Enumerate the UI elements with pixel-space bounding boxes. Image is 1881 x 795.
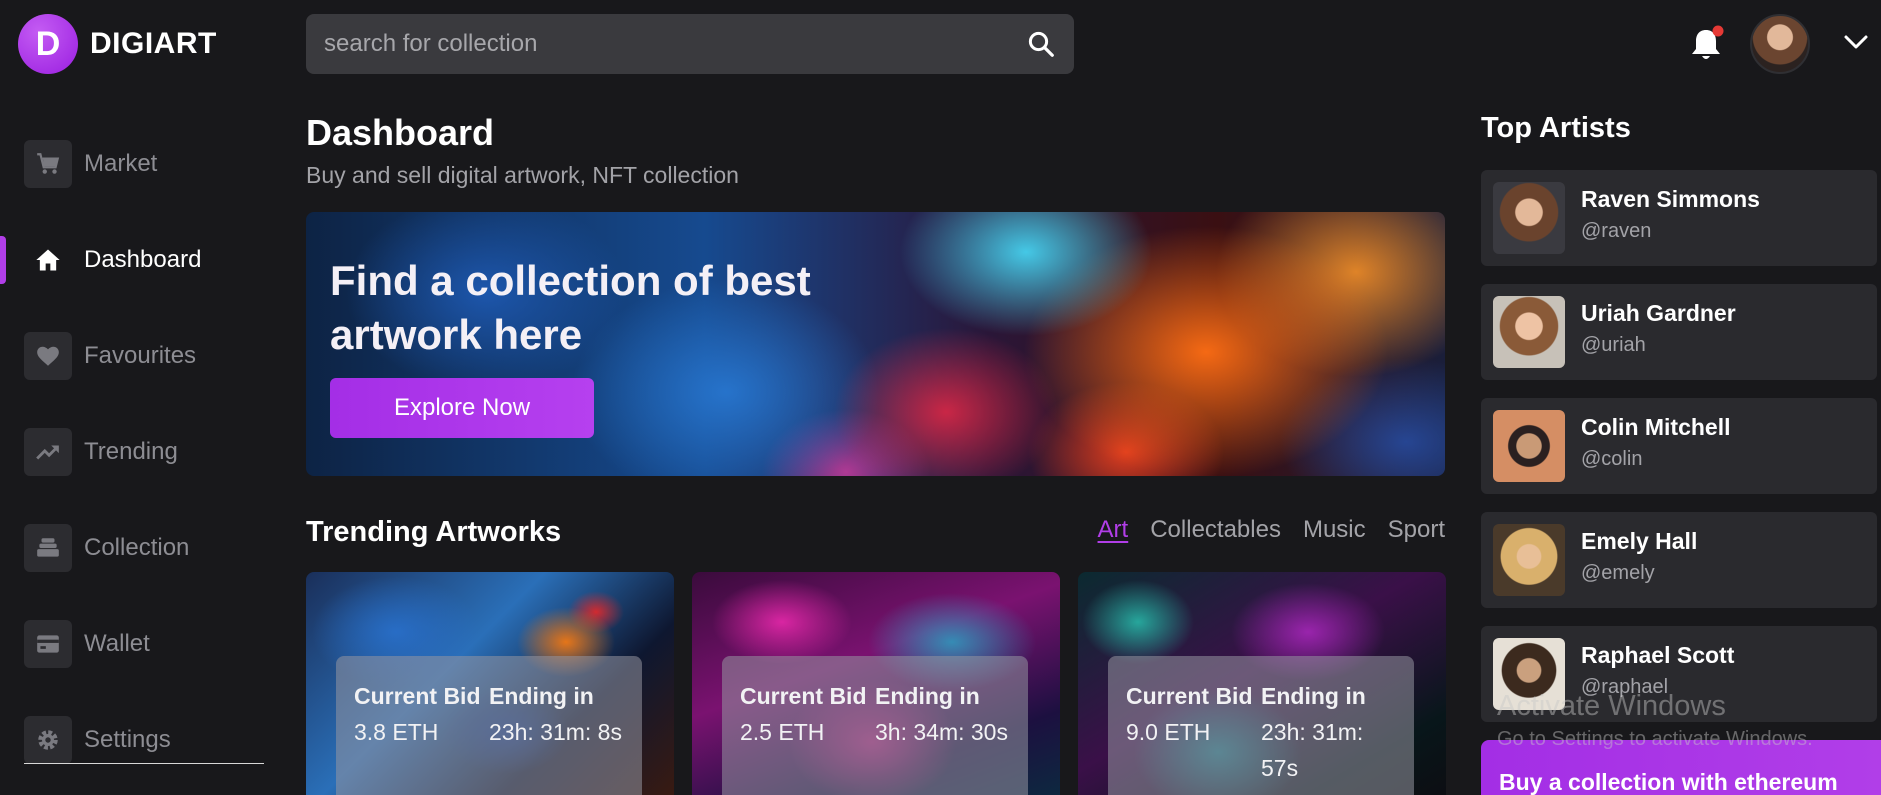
- filter-sport[interactable]: Sport: [1388, 516, 1445, 544]
- artist-name: Emely Hall: [1581, 528, 1698, 554]
- bid-info-panel: Current Bid 9.0 ETH Ending in 23h: 31m: …: [1108, 656, 1414, 795]
- sidebar-item-wallet[interactable]: Wallet: [24, 620, 150, 668]
- artist-handle: @uriah: [1581, 334, 1646, 356]
- ending-label: Ending in: [1261, 683, 1366, 709]
- banner-title: Find a collection of best artwork here: [330, 257, 811, 358]
- sidebar-item-label: Favourites: [84, 342, 197, 369]
- ending-time: 23h: 31m: 57s: [1261, 719, 1364, 781]
- hero-banner: Find a collection of best artwork here E…: [306, 212, 1445, 476]
- wallet-icon: [37, 635, 59, 653]
- current-bid-value: 9.0 ETH: [1126, 719, 1211, 745]
- ending-time: 3h: 34m: 30s: [875, 719, 1008, 745]
- sidebar-item-dashboard[interactable]: Dashboard: [24, 236, 201, 284]
- artist-handle: @raven: [1581, 220, 1652, 242]
- bid-info-panel: Current Bid 2.5 ETH Ending in 3h: 34m: 3…: [722, 656, 1028, 795]
- artist-item[interactable]: Emely Hall @emely: [1481, 512, 1877, 608]
- search-bar[interactable]: [306, 14, 1074, 74]
- logo-mark: D: [18, 14, 78, 74]
- filter-collectables[interactable]: Collectables: [1150, 516, 1281, 544]
- sidebar-item-market[interactable]: Market: [24, 140, 157, 188]
- sidebar-item-label: Collection: [84, 534, 190, 561]
- filter-art[interactable]: Art: [1098, 516, 1129, 544]
- chevron-down-icon[interactable]: [1842, 32, 1870, 52]
- artist-name: Raphael Scott: [1581, 642, 1735, 668]
- notification-dot: [1712, 25, 1724, 37]
- bell-icon[interactable]: [1688, 24, 1724, 64]
- home-icon: [36, 249, 60, 271]
- current-bid-value: 3.8 ETH: [354, 719, 439, 745]
- artwork-card[interactable]: Current Bid 2.5 ETH Ending in 3h: 34m: 3…: [692, 572, 1060, 795]
- artist-avatar: [1493, 410, 1565, 482]
- cart-icon: [37, 153, 60, 174]
- stack-icon: [37, 538, 59, 557]
- artist-name: Uriah Gardner: [1581, 300, 1736, 326]
- artwork-card[interactable]: Current Bid 9.0 ETH Ending in 23h: 31m: …: [1078, 572, 1446, 795]
- sidebar-item-settings[interactable]: Settings: [24, 716, 171, 764]
- activation-watermark-text: Go to Settings to activate Windows.: [1497, 728, 1813, 750]
- page-subtitle: Buy and sell digital artwork, NFT collec…: [306, 162, 739, 188]
- current-bid-label: Current Bid: [740, 683, 867, 709]
- trending-icon: [36, 445, 59, 460]
- artist-item[interactable]: Raven Simmons @raven: [1481, 170, 1877, 266]
- current-bid-value: 2.5 ETH: [740, 719, 825, 745]
- sidebar-item-label: Wallet: [84, 630, 150, 657]
- divider: [24, 763, 264, 764]
- search-icon[interactable]: [1026, 29, 1056, 59]
- sidebar-item-label: Trending: [84, 438, 178, 465]
- brand-name: DIGIART: [90, 27, 217, 60]
- ending-label: Ending in: [489, 683, 594, 709]
- sidebar-item-trending[interactable]: Trending: [24, 428, 178, 476]
- sidebar-item-label: Settings: [84, 726, 171, 753]
- artist-name: Raven Simmons: [1581, 186, 1760, 212]
- explore-now-button[interactable]: Explore Now: [330, 378, 594, 438]
- artist-avatar: [1493, 296, 1565, 368]
- artist-avatar: [1493, 524, 1565, 596]
- user-avatar[interactable]: [1750, 14, 1810, 74]
- ending-time: 23h: 31m: 8s: [489, 719, 622, 745]
- brand-logo[interactable]: D DIGIART: [18, 14, 217, 74]
- artist-item[interactable]: Uriah Gardner @uriah: [1481, 284, 1877, 380]
- current-bid-label: Current Bid: [1126, 683, 1253, 709]
- search-input[interactable]: [324, 30, 1026, 58]
- filter-music[interactable]: Music: [1303, 516, 1366, 544]
- sidebar-item-label: Market: [84, 150, 158, 177]
- gear-icon: [38, 730, 58, 750]
- category-filters: Art Collectables Music Sport: [1098, 516, 1445, 544]
- top-artists-title: Top Artists: [1481, 112, 1631, 144]
- sidebar-item-label: Dashboard: [84, 246, 202, 273]
- activation-watermark-title: Activate Windows: [1497, 690, 1726, 722]
- artist-item[interactable]: Colin Mitchell @colin: [1481, 398, 1877, 494]
- heart-icon: [37, 346, 59, 366]
- section-title: Trending Artworks: [306, 516, 562, 548]
- artist-handle: @emely: [1581, 562, 1655, 584]
- sidebar-item-favourites[interactable]: Favourites: [24, 332, 196, 380]
- bid-info-panel: Current Bid 3.8 ETH Ending in 23h: 31m: …: [336, 656, 642, 795]
- artist-handle: @colin: [1581, 448, 1643, 470]
- artist-avatar: [1493, 182, 1565, 254]
- page-title: Dashboard: [306, 112, 495, 153]
- artwork-card[interactable]: Current Bid 3.8 ETH Ending in 23h: 31m: …: [306, 572, 674, 795]
- artist-name: Colin Mitchell: [1581, 414, 1731, 440]
- active-indicator: [0, 236, 6, 284]
- sidebar-item-collection[interactable]: Collection: [24, 524, 189, 572]
- ending-label: Ending in: [875, 683, 980, 709]
- current-bid-label: Current Bid: [354, 683, 481, 709]
